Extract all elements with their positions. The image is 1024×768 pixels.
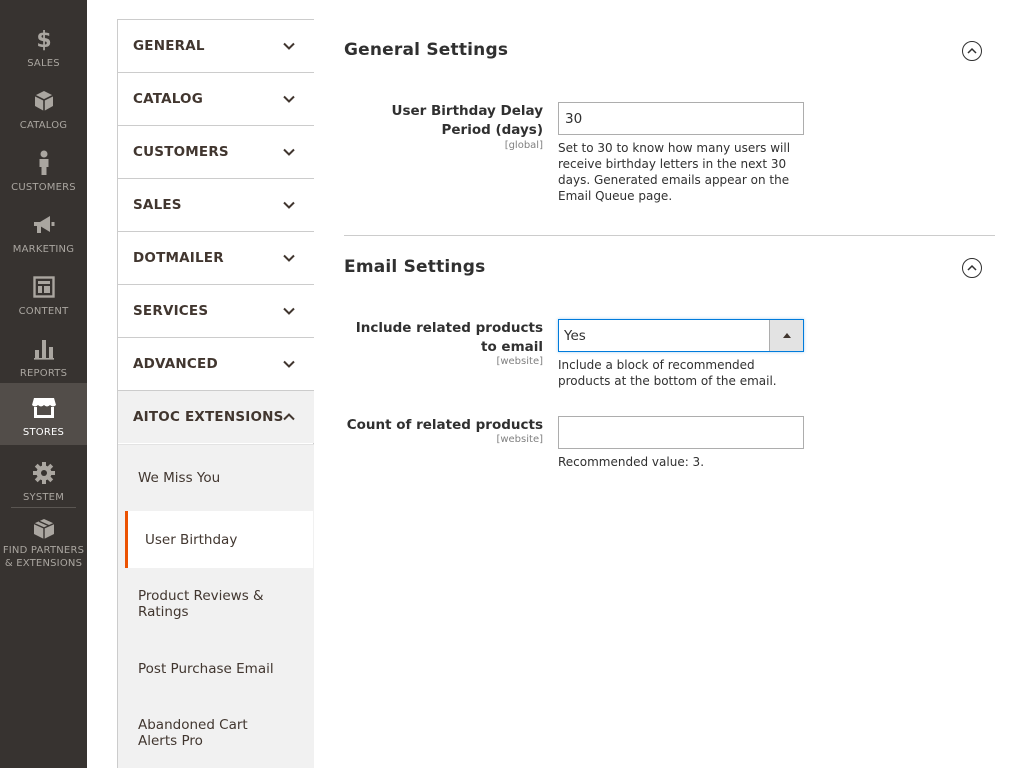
menu-item-system[interactable]: SYSTEM (0, 448, 87, 510)
general-settings-title[interactable]: General Settings (344, 40, 508, 60)
menu-item-label: REPORTS (19, 368, 68, 379)
section-dotmailer[interactable]: DOTMAILER (118, 231, 314, 284)
section-label: DOTMAILER (133, 250, 224, 266)
storefront-icon (31, 395, 57, 421)
section-label: ADVANCED (133, 356, 218, 372)
related-count-input[interactable] (558, 416, 804, 449)
aitoc-extensions-list: We Miss You User Birthday Product Review… (118, 444, 314, 768)
svg-text:$: $ (36, 28, 51, 51)
section-label: CUSTOMERS (133, 144, 229, 160)
section-services[interactable]: SERVICES (118, 284, 314, 337)
tab-user-birthday[interactable]: User Birthday (125, 511, 313, 568)
email-settings-title[interactable]: Email Settings (344, 257, 485, 277)
delay-period-input[interactable]: 30 (558, 102, 804, 135)
chevron-down-icon (283, 201, 295, 209)
section-label: SALES (133, 197, 182, 213)
person-icon (31, 150, 57, 176)
tab-label: Post Purchase Email (138, 660, 274, 677)
section-label: AITOC EXTENSIONS (133, 409, 284, 425)
menu-item-stores[interactable]: STORES (0, 383, 87, 445)
menu-item-sales[interactable]: $ SALES (0, 14, 87, 76)
tab-product-reviews-ratings[interactable]: Product Reviews & Ratings (118, 568, 314, 640)
dollar-icon: $ (31, 26, 57, 52)
chevron-down-icon (283, 95, 295, 103)
section-general[interactable]: GENERAL (118, 19, 314, 72)
box-icon (31, 88, 57, 114)
section-divider (344, 235, 995, 236)
cubes-icon (31, 516, 57, 541)
menu-item-label: SYSTEM (22, 492, 65, 503)
menu-divider (11, 507, 76, 508)
scope-label: [website] (496, 434, 543, 445)
delay-period-label: User Birthday Delay Period (days) (391, 103, 544, 138)
chevron-up-icon (967, 264, 977, 271)
select-toggle[interactable] (769, 320, 803, 351)
bar-chart-icon (31, 336, 57, 362)
menu-item-label: CATALOG (19, 120, 68, 131)
related-products-note: Include a block of recommended products … (558, 358, 777, 388)
section-catalog[interactable]: CATALOG (118, 72, 314, 125)
scope-label: [global] (504, 140, 543, 151)
related-count-label: Count of related products (346, 417, 543, 433)
gear-icon (31, 460, 57, 486)
chevron-down-icon (283, 307, 295, 315)
chevron-down-icon (283, 360, 295, 368)
menu-item-reports[interactable]: REPORTS (0, 324, 87, 386)
related-products-select[interactable]: Yes (558, 319, 804, 352)
menu-item-label: CONTENT (18, 306, 69, 317)
collapse-email-settings-button[interactable] (962, 258, 982, 278)
menu-item-label: CUSTOMERS (11, 182, 76, 193)
chevron-up-icon (967, 47, 977, 54)
tab-we-miss-you[interactable]: We Miss You (118, 445, 314, 511)
menu-item-find-partners[interactable]: FIND PARTNERS & EXTENSIONS (0, 516, 87, 572)
collapse-general-settings-button[interactable] (962, 41, 982, 61)
scope-label: [website] (496, 356, 543, 367)
section-customers[interactable]: CUSTOMERS (118, 125, 314, 178)
section-aitoc-extensions[interactable]: AITOC EXTENSIONS (118, 390, 314, 443)
section-advanced[interactable]: ADVANCED (118, 337, 314, 390)
chevron-down-icon (283, 148, 295, 156)
menu-item-label: FIND PARTNERS & EXTENSIONS (2, 545, 85, 569)
tab-post-purchase-email[interactable]: Post Purchase Email (118, 640, 314, 697)
menu-item-label: MARKETING (12, 244, 75, 255)
tab-label: User Birthday (145, 531, 238, 548)
section-sales[interactable]: SALES (118, 178, 314, 231)
config-section-nav: GENERAL CATALOG CUSTOMERS SALES DOTMAILE… (117, 19, 314, 768)
section-label: GENERAL (133, 38, 205, 54)
chevron-up-icon (283, 413, 295, 421)
chevron-down-icon (283, 254, 295, 262)
layout-icon (31, 274, 57, 300)
chevron-down-icon (283, 42, 295, 50)
delay-period-note: Set to 30 to know how many users will re… (558, 141, 791, 203)
select-value: Yes (564, 327, 586, 344)
tab-abandoned-cart-alerts-pro[interactable]: Abandoned Cart Alerts Pro (118, 697, 314, 768)
related-products-label: Include related products to email (355, 320, 543, 355)
menu-item-content[interactable]: CONTENT (0, 262, 87, 324)
tab-label: Product Reviews & Ratings (138, 588, 264, 620)
menu-item-customers[interactable]: CUSTOMERS (0, 138, 87, 200)
admin-menu: $ SALES CATALOG CUSTOMERS MARKETING CONT… (0, 0, 87, 768)
triangle-up-icon (782, 333, 791, 338)
section-label: SERVICES (133, 303, 209, 319)
menu-item-marketing[interactable]: MARKETING (0, 200, 87, 262)
menu-item-label: STORES (22, 427, 65, 438)
megaphone-icon (31, 212, 57, 238)
menu-item-label: SALES (27, 58, 60, 69)
menu-item-catalog[interactable]: CATALOG (0, 76, 87, 138)
related-count-note: Recommended value: 3. (558, 455, 705, 469)
section-label: CATALOG (133, 91, 203, 107)
tab-label: We Miss You (138, 470, 221, 486)
tab-label: Abandoned Cart Alerts Pro (138, 717, 248, 749)
